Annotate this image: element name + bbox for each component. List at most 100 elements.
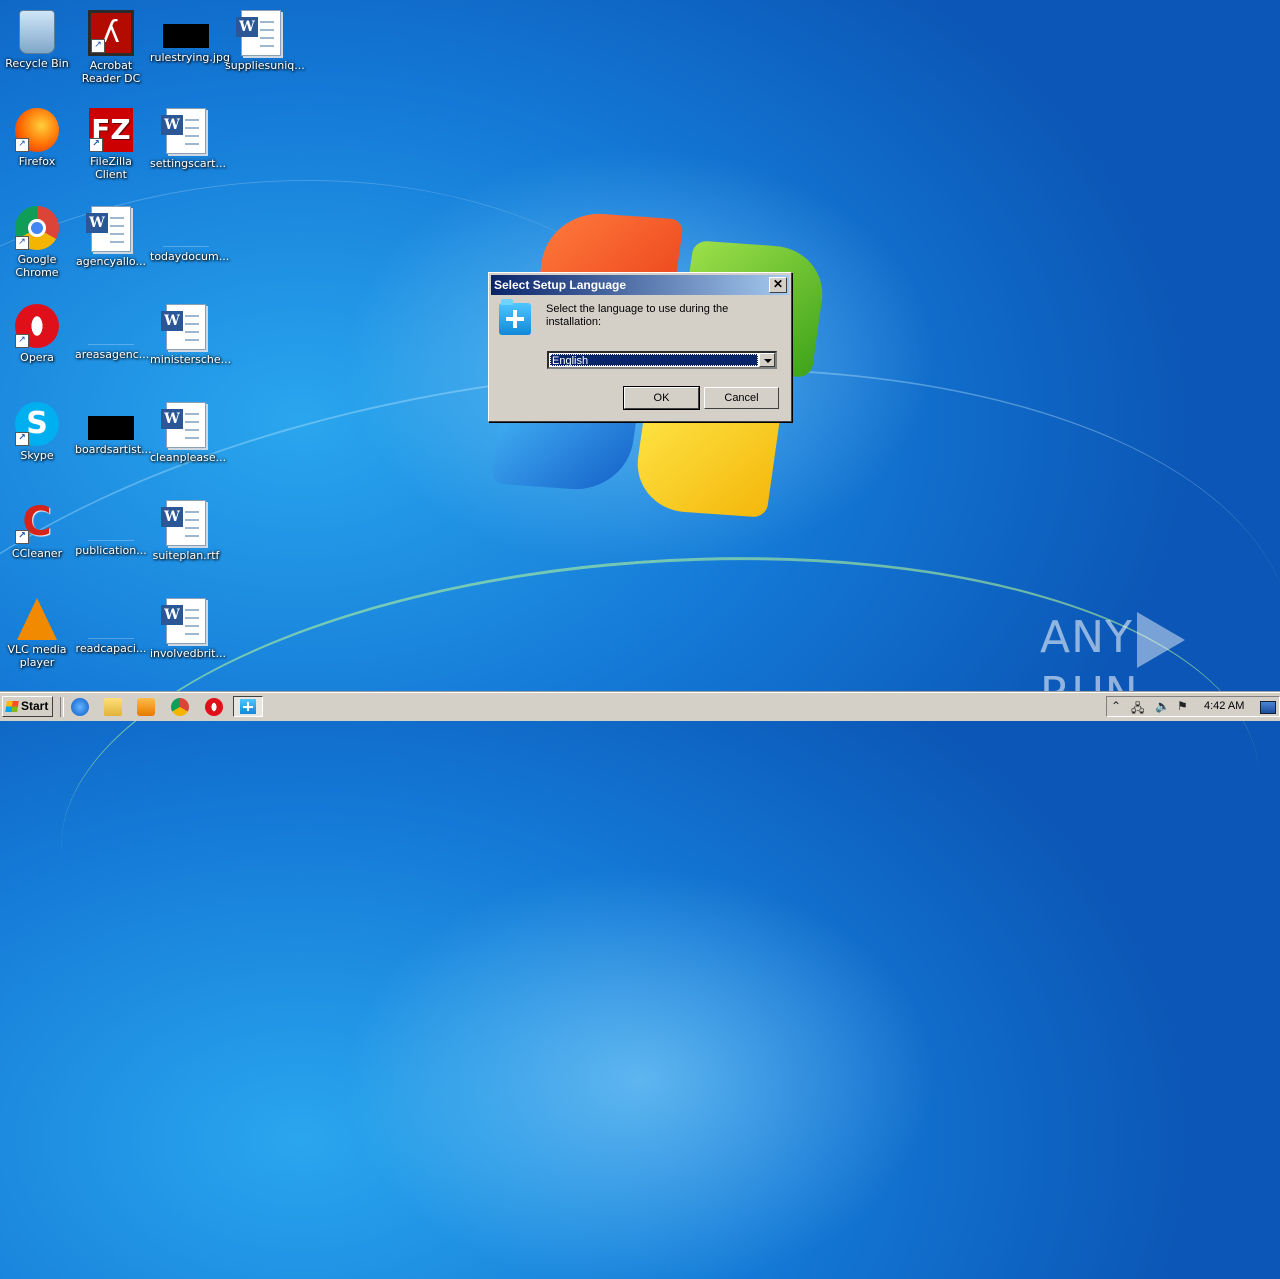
desktop-icon-label: readcapaci... <box>75 642 147 655</box>
desktop-icon-label: Firefox <box>18 155 56 168</box>
blank-file-icon <box>88 522 134 541</box>
word-doc-icon: W <box>161 402 206 448</box>
desktop-icon-areasagenc[interactable]: areasagenc... <box>74 300 149 390</box>
desktop-icon-agencyallo[interactable]: W agencyallo... <box>74 202 148 292</box>
show-desktop-icon[interactable] <box>1260 701 1276 714</box>
desktop-icon-acrobat-reader[interactable]: ʎ ↗ Acrobat Reader DC <box>74 6 148 96</box>
chrome-icon: ↗ <box>15 206 59 250</box>
shortcut-arrow-icon: ↗ <box>15 432 29 446</box>
taskbar-clock[interactable]: 4:42 AM <box>1204 700 1244 712</box>
file-explorer-icon[interactable] <box>104 698 122 716</box>
action-center-flag-icon[interactable]: ⚑ <box>1177 699 1188 713</box>
taskbar: Start ⌃ 🖧 🔈 ⚑ 4:42 AM <box>0 692 1280 721</box>
shortcut-arrow-icon: ↗ <box>15 530 29 544</box>
setup-installer-icon <box>240 699 256 714</box>
start-button[interactable]: Start <box>2 696 53 717</box>
network-icon[interactable]: 🖧 <box>1131 699 1144 720</box>
watermark-left: ANY <box>1040 612 1133 663</box>
ok-button[interactable]: OK <box>623 386 700 410</box>
desktop-icon-publication[interactable]: publication... <box>74 496 148 586</box>
firefox-icon: ↗ <box>15 108 59 152</box>
desktop-icon-label: suppliesuniq... <box>225 59 305 72</box>
taskbar-separator <box>60 697 64 717</box>
desktop-icon-filezilla[interactable]: FZ ↗ FileZilla Client <box>74 104 148 194</box>
word-doc-icon: W <box>161 500 206 546</box>
desktop-icon-ccleaner[interactable]: C ↗ CCleaner <box>0 496 74 586</box>
desktop-icon-involvedbrit[interactable]: W involvedbrit... <box>149 594 226 684</box>
skype-icon: S ↗ <box>15 402 59 446</box>
word-doc-icon: W <box>161 108 206 154</box>
volume-icon[interactable]: 🔈 <box>1155 699 1170 713</box>
windows-logo-icon <box>5 701 19 712</box>
blank-file-icon <box>88 326 134 345</box>
acrobat-reader-icon: ʎ ↗ <box>88 10 134 56</box>
desktop-icon-label: settingscart... <box>150 157 226 170</box>
desktop-icon-label: FileZilla Client <box>90 155 132 181</box>
tray-expand-icon[interactable]: ⌃ <box>1111 699 1121 713</box>
desktop-icon-label: Skype <box>20 449 54 462</box>
shortcut-arrow-icon: ↗ <box>15 334 29 348</box>
desktop-icon-label: Google Chrome <box>15 253 59 279</box>
desktop-icon-label: Recycle Bin <box>5 57 69 70</box>
desktop-icon-label: CCleaner <box>11 547 63 560</box>
desktop-icon-vlc[interactable]: VLC media player <box>0 594 74 684</box>
ccleaner-icon: C ↗ <box>15 500 59 544</box>
dialog-titlebar[interactable]: Select Setup Language ✕ <box>491 275 789 295</box>
word-doc-icon: W <box>161 304 206 350</box>
system-tray: ⌃ 🖧 🔈 ⚑ 4:42 AM <box>1106 696 1280 717</box>
language-selected-value: English <box>550 354 758 367</box>
shortcut-arrow-icon: ↗ <box>91 39 105 53</box>
word-doc-icon: W <box>161 598 206 644</box>
cancel-button[interactable]: Cancel <box>704 387 779 409</box>
desktop-icon-settingscart[interactable]: W settingscart... <box>149 104 226 194</box>
close-button[interactable]: ✕ <box>769 277 787 293</box>
desktop-icon-label: boardsartist... <box>75 443 152 456</box>
select-setup-language-dialog: Select Setup Language ✕ Select the langu… <box>488 272 792 422</box>
desktop-icon-suiteplan[interactable]: W suiteplan.rtf <box>149 496 223 586</box>
opera-quicklaunch-icon[interactable] <box>205 698 223 716</box>
blank-file-icon <box>88 620 134 639</box>
desktop-icon-boardsartist[interactable]: boardsartist... <box>74 398 152 488</box>
setup-installer-icon <box>499 299 531 335</box>
desktop-icon-todaydocum[interactable]: todaydocum... <box>149 202 230 292</box>
desktop-icon-google-chrome[interactable]: ↗ Google Chrome <box>0 202 74 292</box>
desktop-icon-label: todaydocum... <box>150 250 230 263</box>
desktop-icon-suppliesuniq[interactable]: W suppliesuniq... <box>224 6 305 96</box>
desktop-icon-skype[interactable]: S ↗ Skype <box>0 398 74 488</box>
desktop-icon-label: suiteplan.rtf <box>152 549 220 562</box>
desktop-icon-label: VLC media player <box>7 643 67 669</box>
desktop-icon-opera[interactable]: ↗ Opera <box>0 300 74 390</box>
desktop-icon-label: Opera <box>20 351 54 364</box>
desktop-icon-label: cleanplease... <box>150 451 227 464</box>
dialog-title: Select Setup Language <box>494 278 627 292</box>
internet-explorer-icon[interactable] <box>71 698 89 716</box>
start-label: Start <box>21 699 49 713</box>
word-doc-icon: W <box>236 10 281 56</box>
desktop-icon-label: Acrobat Reader DC <box>81 59 141 85</box>
shortcut-arrow-icon: ↗ <box>15 138 29 152</box>
desktop-icon-label: ministersche... <box>150 353 232 366</box>
image-file-icon <box>88 416 134 440</box>
desktop-icon-rulestrying[interactable]: rulestrying.jpg <box>149 6 230 96</box>
play-icon <box>1136 612 1185 668</box>
desktop-icon-readcapaci[interactable]: readcapaci... <box>74 594 148 684</box>
filezilla-icon: FZ ↗ <box>89 108 133 152</box>
desktop-icon-ministersche[interactable]: W ministersche... <box>149 300 232 390</box>
taskbar-setup-button[interactable] <box>233 696 263 717</box>
desktop-icon-cleanplease[interactable]: W cleanplease... <box>149 398 227 488</box>
word-doc-icon: W <box>86 206 131 252</box>
desktop-icon-label: publication... <box>75 544 147 557</box>
chevron-down-icon[interactable] <box>759 353 775 367</box>
chrome-quicklaunch-icon[interactable] <box>171 698 189 716</box>
desktop-icon-label: rulestrying.jpg <box>150 51 230 64</box>
wallpaper-swoosh <box>43 518 1277 1105</box>
desktop-icon-label: involvedbrit... <box>150 647 226 660</box>
media-player-icon[interactable] <box>137 698 155 716</box>
desktop-icon-recycle-bin[interactable]: Recycle Bin <box>0 6 74 96</box>
language-select[interactable]: English <box>547 351 777 369</box>
opera-icon: ↗ <box>15 304 59 348</box>
shortcut-arrow-icon: ↗ <box>89 138 103 152</box>
image-file-icon <box>163 24 209 48</box>
blank-file-icon <box>163 228 209 247</box>
desktop-icon-firefox[interactable]: ↗ Firefox <box>0 104 74 194</box>
